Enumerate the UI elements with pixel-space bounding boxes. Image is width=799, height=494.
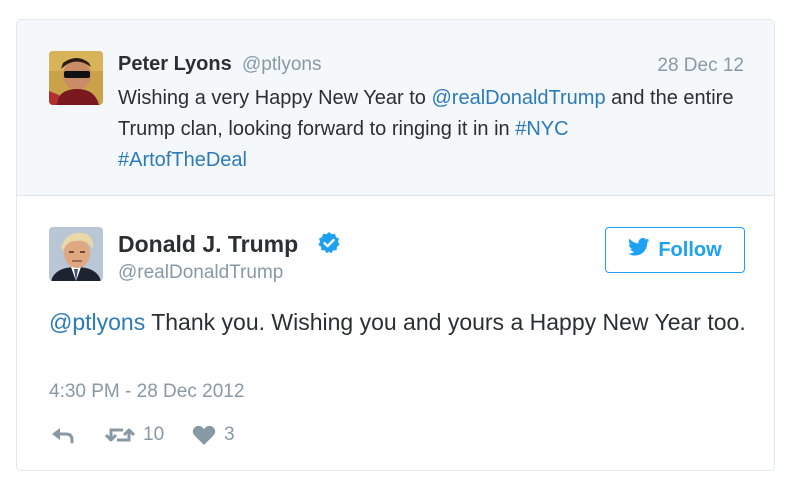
tweet-card: Peter Lyons @ptlyons 28 Dec 12 Wishing a… <box>16 19 775 471</box>
quoted-text-part: Wishing a very Happy New Year to <box>118 87 432 109</box>
tweet-text-body: Thank you. Wishing you and yours a Happy… <box>145 309 746 335</box>
verified-badge-icon <box>317 231 341 255</box>
quoted-author-handle[interactable]: @ptlyons <box>242 54 322 76</box>
mention-link[interactable]: @realDonaldTrump <box>432 87 606 109</box>
hashtag-link-artofthedeal[interactable]: #ArtofTheDeal <box>118 149 247 171</box>
reply-button[interactable] <box>49 424 75 444</box>
retweet-count: 10 <box>143 424 165 445</box>
tweet-timestamp[interactable]: 4:30 PM - 28 Dec 2012 <box>49 381 244 403</box>
quoted-tweet-text: Wishing a very Happy New Year to @realDo… <box>118 83 738 176</box>
like-count: 3 <box>224 424 235 445</box>
quoted-date[interactable]: 28 Dec 12 <box>657 55 744 77</box>
hashtag-link-nyc[interactable]: #NYC <box>515 118 568 140</box>
quoted-tweet[interactable]: Peter Lyons @ptlyons 28 Dec 12 Wishing a… <box>17 20 774 196</box>
author-handle[interactable]: @realDonaldTrump <box>118 262 283 284</box>
mention-link[interactable]: @ptlyons <box>49 309 145 335</box>
follow-label: Follow <box>658 238 722 261</box>
quoted-avatar[interactable] <box>49 51 103 105</box>
tweet-text: @ptlyons Thank you. Wishing you and your… <box>49 306 749 339</box>
twitter-bird-icon <box>628 238 650 262</box>
retweet-icon <box>105 425 135 445</box>
author-name[interactable]: Donald J. Trump <box>118 231 298 258</box>
author-avatar[interactable] <box>49 227 103 281</box>
reply-icon <box>49 424 75 444</box>
heart-icon <box>192 425 216 446</box>
follow-button[interactable]: Follow <box>605 227 745 273</box>
like-button[interactable]: 3 <box>192 424 235 446</box>
quoted-author-name[interactable]: Peter Lyons <box>118 53 232 76</box>
retweet-button[interactable]: 10 <box>105 424 164 446</box>
